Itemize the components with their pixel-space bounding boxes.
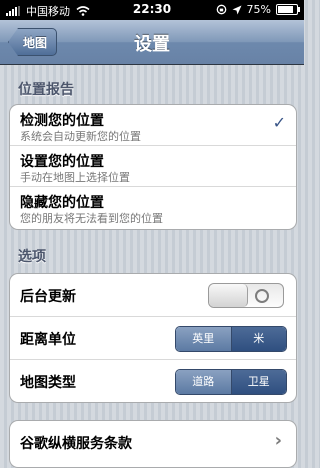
cell-subtitle: 手动在地图上选择位置 bbox=[20, 171, 130, 184]
options-group: 后台更新 距离单位 英里 米 地图类型 道路 卫星 bbox=[9, 273, 297, 403]
battery-percent: 75% bbox=[246, 3, 271, 16]
cell-detect-location[interactable]: 检测您的位置 系统会自动更新您的位置 ✓ bbox=[10, 105, 296, 146]
toggle-knob bbox=[209, 284, 248, 307]
checkmark-icon: ✓ bbox=[272, 113, 286, 132]
location-group: 检测您的位置 系统会自动更新您的位置 ✓ 设置您的位置 手动在地图上选择位置 隐… bbox=[9, 104, 297, 230]
cell-distance-unit: 距离单位 英里 米 bbox=[10, 317, 296, 360]
cell-title: 谷歌纵横服务条款 bbox=[20, 436, 132, 452]
cell-terms-of-service[interactable]: 谷歌纵横服务条款 › bbox=[10, 421, 296, 467]
off-circle-icon bbox=[255, 289, 269, 303]
terms-group: 谷歌纵横服务条款 › bbox=[9, 420, 297, 468]
battery-icon bbox=[276, 4, 300, 15]
section-header-location: 位置报告 bbox=[18, 82, 74, 98]
location-arrow-icon bbox=[232, 5, 242, 14]
cell-subtitle: 您的朋友将无法看到您的位置 bbox=[20, 212, 163, 225]
cell-set-location[interactable]: 设置您的位置 手动在地图上选择位置 bbox=[10, 146, 296, 187]
cell-title: 检测您的位置 bbox=[20, 113, 104, 129]
cell-title: 地图类型 bbox=[20, 375, 76, 391]
segment-satellite[interactable]: 卫星 bbox=[230, 370, 286, 394]
cell-title: 后台更新 bbox=[20, 289, 76, 305]
cell-map-type: 地图类型 道路 卫星 bbox=[10, 360, 296, 402]
chevron-right-icon: › bbox=[274, 430, 282, 451]
status-bar: 中国移动 22:30 75% bbox=[0, 0, 304, 20]
segment-road[interactable]: 道路 bbox=[176, 370, 231, 394]
cell-title: 设置您的位置 bbox=[20, 154, 104, 170]
segment-miles[interactable]: 英里 bbox=[176, 327, 231, 351]
page-title: 设置 bbox=[134, 34, 170, 55]
distance-unit-segmented-control: 英里 米 bbox=[175, 326, 287, 352]
cell-background-update: 后台更新 bbox=[10, 274, 296, 317]
cell-hide-location[interactable]: 隐藏您的位置 您的朋友将无法看到您的位置 bbox=[10, 187, 296, 228]
cell-title: 距离单位 bbox=[20, 332, 76, 348]
cell-subtitle: 系统会自动更新您的位置 bbox=[20, 130, 141, 143]
segment-meters[interactable]: 米 bbox=[230, 327, 286, 351]
navigation-bar: 地图 设置 bbox=[0, 20, 304, 65]
map-type-segmented-control: 道路 卫星 bbox=[175, 369, 287, 395]
lock-rotation-icon bbox=[216, 4, 226, 15]
background-update-toggle[interactable] bbox=[208, 283, 284, 308]
section-header-options: 选项 bbox=[18, 249, 46, 265]
cell-title: 隐藏您的位置 bbox=[20, 195, 104, 211]
